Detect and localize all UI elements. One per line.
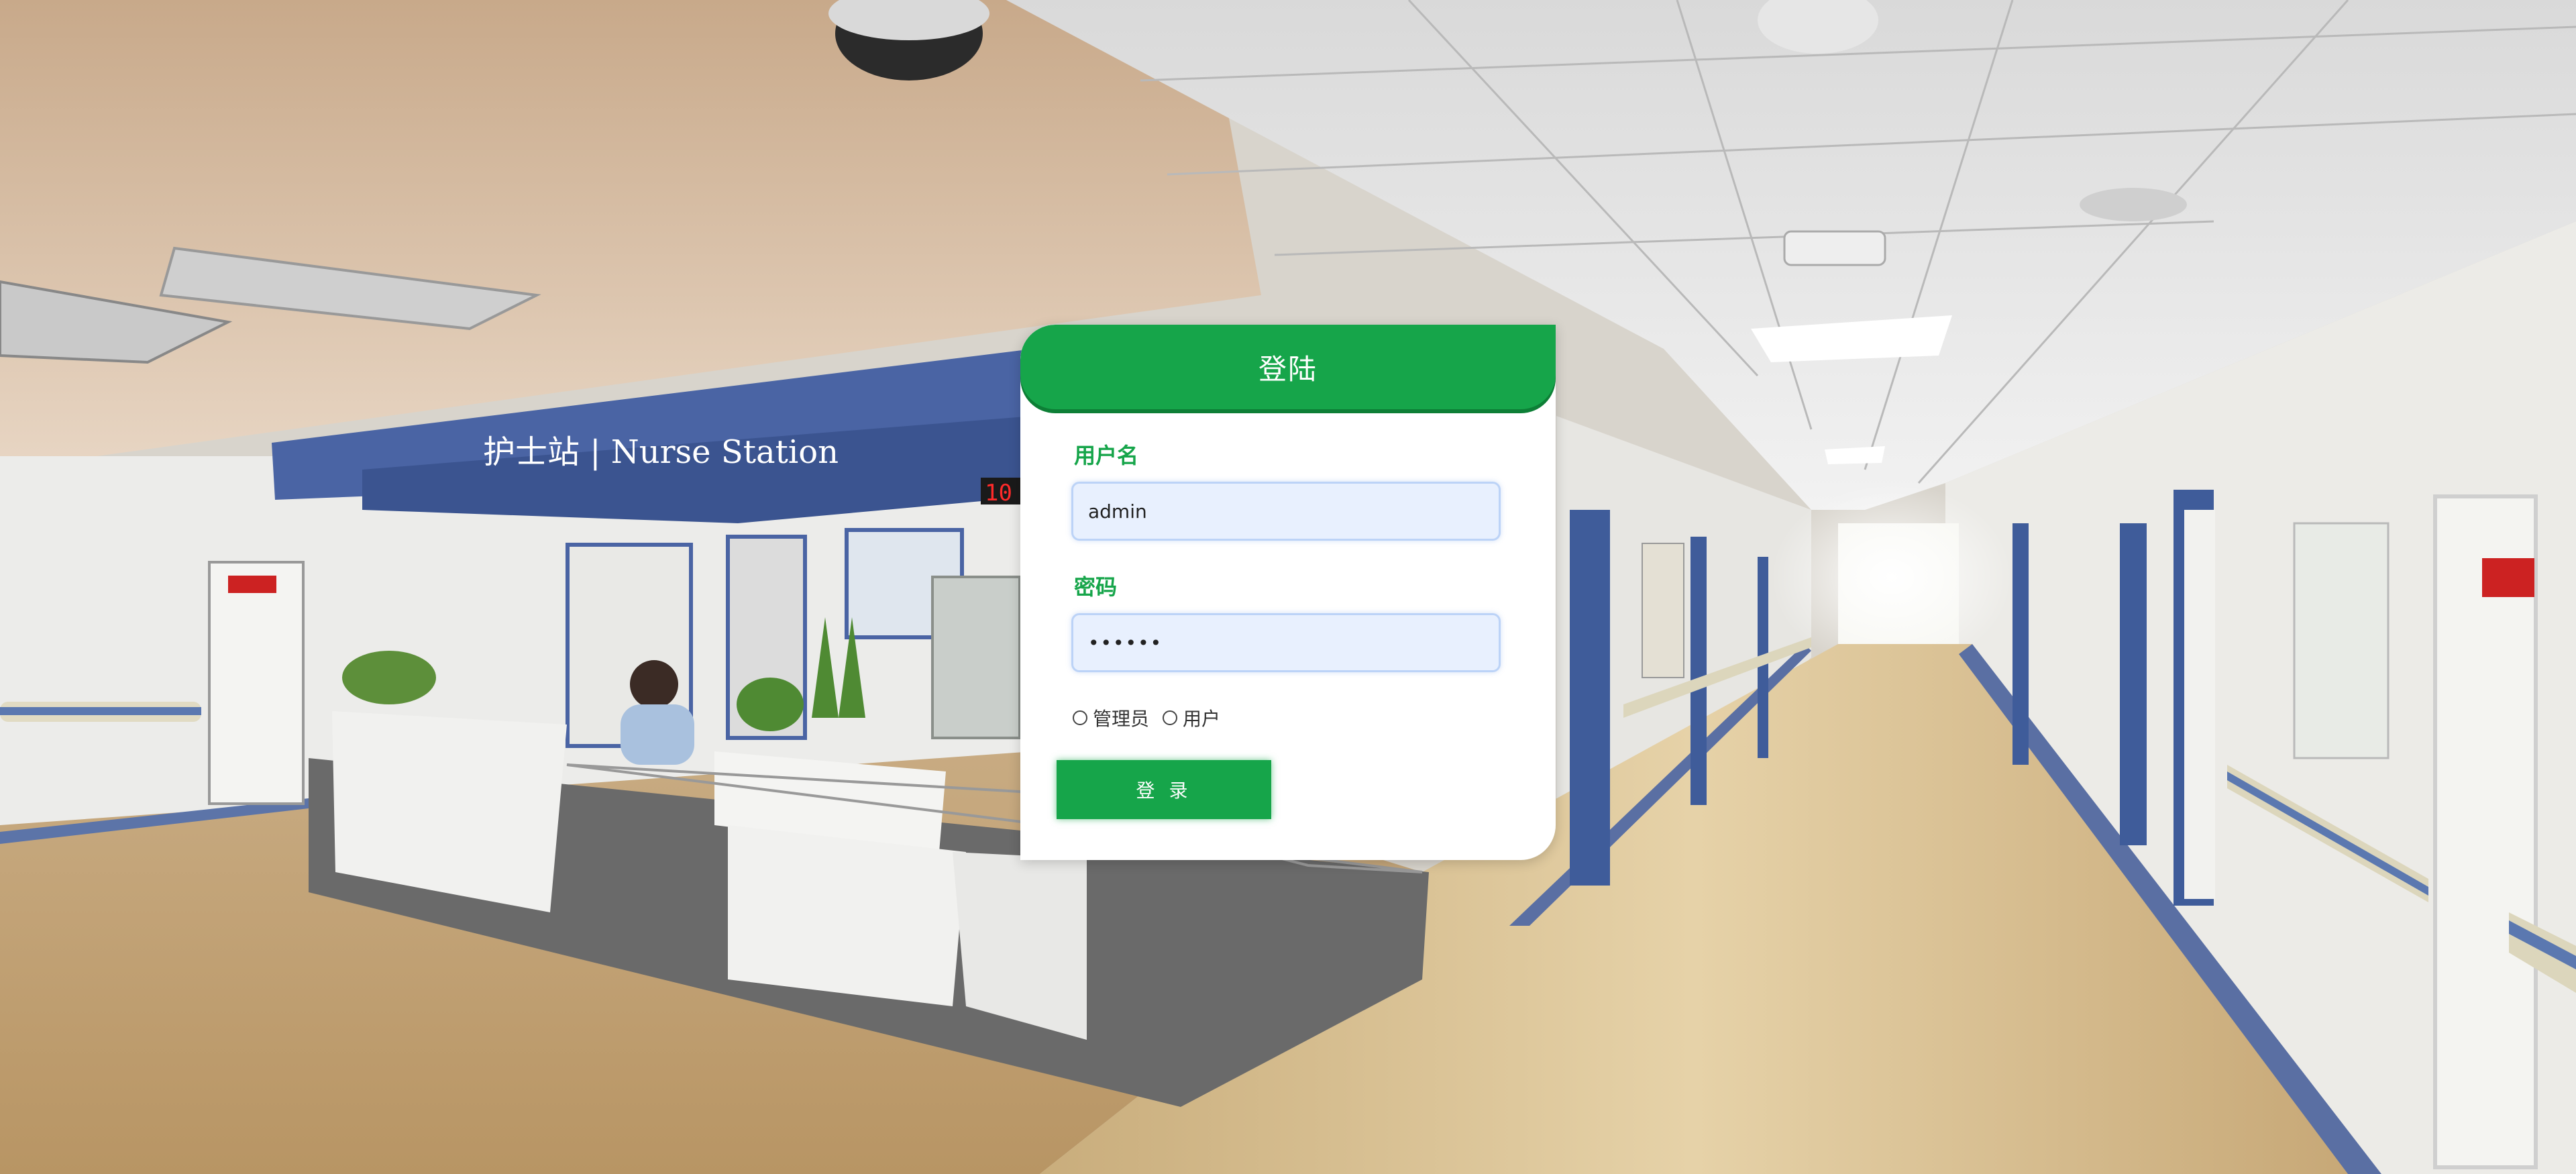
wall-clock-digits: 10: [985, 480, 1012, 506]
user-radio-label: 用户: [1183, 708, 1221, 730]
password-input[interactable]: [1071, 613, 1501, 672]
login-page: 护士站 | Nurse Station 10 登陆 用户名 admin 密码 •…: [0, 0, 2576, 1174]
role-option-user[interactable]: 用户: [1163, 704, 1220, 731]
login-button[interactable]: 登 录: [1057, 760, 1271, 819]
user-radio[interactable]: [1163, 710, 1178, 725]
login-card: 登陆 用户名 密码 管理员 用户 登 录: [1020, 325, 1556, 860]
admin-radio[interactable]: [1073, 710, 1087, 725]
password-label: 密码: [1074, 574, 1118, 600]
role-option-admin[interactable]: 管理员: [1073, 704, 1149, 731]
username-label: 用户名: [1074, 443, 1139, 468]
role-radio-group: 管理员 用户: [1073, 704, 1234, 731]
station-sign-text: 护士站 | Nurse Station: [483, 433, 839, 471]
login-title: 登陆: [1020, 325, 1556, 409]
admin-radio-label: 管理员: [1093, 708, 1150, 730]
username-input[interactable]: [1071, 482, 1501, 541]
